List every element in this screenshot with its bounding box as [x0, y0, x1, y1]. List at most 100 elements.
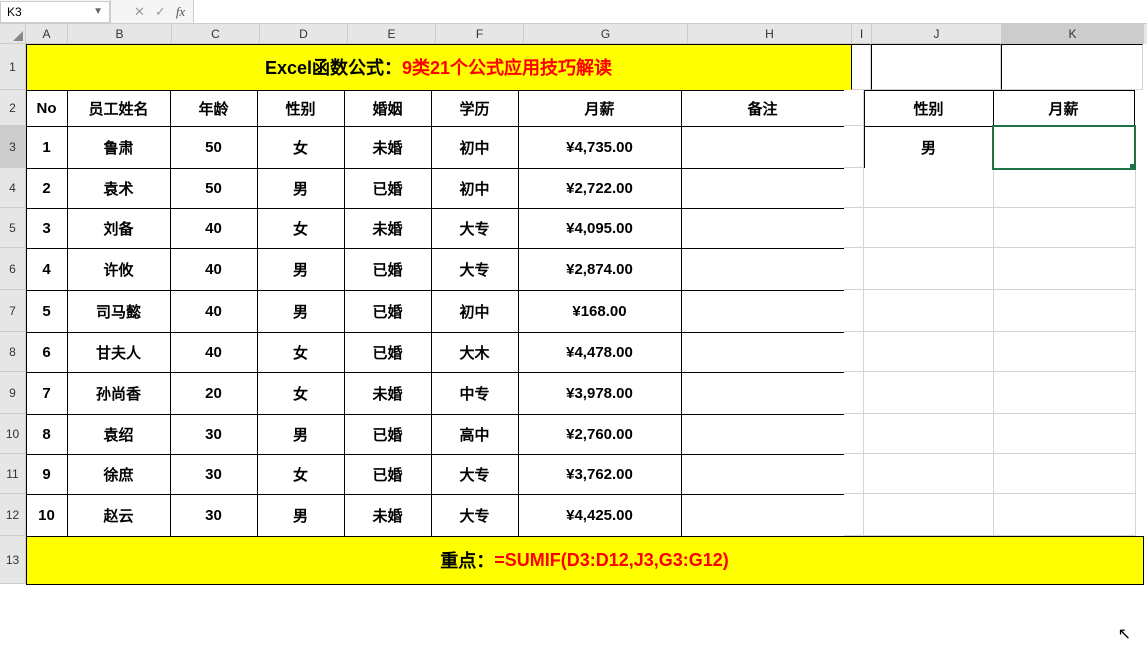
data-cell[interactable]: 徐庶: [67, 454, 171, 495]
header-edu[interactable]: 学历: [431, 90, 519, 127]
data-cell[interactable]: 20: [170, 372, 258, 415]
data-cell[interactable]: 5: [26, 290, 68, 333]
column-header-E[interactable]: E: [348, 24, 436, 44]
data-cell[interactable]: ¥4,478.00: [518, 332, 682, 373]
cell[interactable]: [851, 44, 871, 90]
header-remark[interactable]: 备注: [681, 90, 845, 127]
data-cell[interactable]: [681, 332, 845, 373]
column-header-K[interactable]: K: [1002, 24, 1144, 44]
data-cell[interactable]: 1: [26, 126, 68, 169]
row-header-5[interactable]: 5: [0, 208, 26, 248]
cell[interactable]: [994, 454, 1136, 494]
cancel-icon[interactable]: ✕: [134, 4, 145, 20]
column-header-G[interactable]: G: [524, 24, 688, 44]
data-cell[interactable]: 40: [170, 248, 258, 291]
cell[interactable]: [994, 290, 1136, 332]
data-cell[interactable]: ¥3,978.00: [518, 372, 682, 415]
data-cell[interactable]: 已婚: [344, 454, 432, 495]
row-header-7[interactable]: 7: [0, 290, 26, 332]
side-header-salary[interactable]: 月薪: [993, 90, 1135, 127]
data-cell[interactable]: 女: [257, 126, 345, 169]
data-cell[interactable]: [681, 126, 845, 169]
data-cell[interactable]: [681, 494, 845, 537]
cell[interactable]: [864, 414, 994, 454]
data-cell[interactable]: 赵云: [67, 494, 171, 537]
data-cell[interactable]: 司马懿: [67, 290, 171, 333]
data-cell[interactable]: 初中: [431, 126, 519, 169]
data-cell[interactable]: 男: [257, 290, 345, 333]
name-box[interactable]: K3 ▼: [0, 1, 110, 23]
row-header-8[interactable]: 8: [0, 332, 26, 372]
column-header-D[interactable]: D: [260, 24, 348, 44]
data-cell[interactable]: 未婚: [344, 208, 432, 249]
select-all-corner[interactable]: [0, 24, 26, 44]
cell[interactable]: [994, 248, 1136, 290]
data-cell[interactable]: 40: [170, 332, 258, 373]
data-cell[interactable]: 未婚: [344, 372, 432, 415]
data-cell[interactable]: 男: [257, 168, 345, 209]
column-header-F[interactable]: F: [436, 24, 524, 44]
header-gender[interactable]: 性别: [257, 90, 345, 127]
column-header-B[interactable]: B: [68, 24, 172, 44]
data-cell[interactable]: 初中: [431, 290, 519, 333]
cell[interactable]: [994, 208, 1136, 248]
data-cell[interactable]: 女: [257, 372, 345, 415]
row-header-3[interactable]: 3: [0, 126, 26, 168]
cell[interactable]: [864, 208, 994, 248]
data-cell[interactable]: ¥3,762.00: [518, 454, 682, 495]
column-header-J[interactable]: J: [872, 24, 1002, 44]
data-cell[interactable]: 初中: [431, 168, 519, 209]
row-header-9[interactable]: 9: [0, 372, 26, 414]
data-cell[interactable]: ¥2,874.00: [518, 248, 682, 291]
cell[interactable]: [844, 332, 864, 372]
header-no[interactable]: No: [26, 90, 68, 127]
cell[interactable]: [994, 332, 1136, 372]
data-cell[interactable]: 大专: [431, 454, 519, 495]
side-value-gender[interactable]: 男: [864, 126, 994, 169]
cell[interactable]: [864, 168, 994, 208]
cell[interactable]: [844, 494, 864, 536]
data-cell[interactable]: 已婚: [344, 290, 432, 333]
row-header-2[interactable]: 2: [0, 90, 26, 126]
data-cell[interactable]: 2: [26, 168, 68, 209]
title-cell[interactable]: Excel函数公式：9类21个公式应用技巧解读: [26, 44, 852, 91]
data-cell[interactable]: 8: [26, 414, 68, 455]
data-cell[interactable]: 40: [170, 290, 258, 333]
row-header-4[interactable]: 4: [0, 168, 26, 208]
data-cell[interactable]: ¥4,425.00: [518, 494, 682, 537]
data-cell[interactable]: 30: [170, 494, 258, 537]
data-cell[interactable]: 未婚: [344, 494, 432, 537]
cell[interactable]: [1001, 44, 1143, 90]
row-header-11[interactable]: 11: [0, 454, 26, 494]
data-cell[interactable]: ¥4,095.00: [518, 208, 682, 249]
data-cell[interactable]: 男: [257, 248, 345, 291]
header-age[interactable]: 年龄: [170, 90, 258, 127]
header-salary[interactable]: 月薪: [518, 90, 682, 127]
row-header-12[interactable]: 12: [0, 494, 26, 536]
data-cell[interactable]: 50: [170, 126, 258, 169]
data-cell[interactable]: ¥168.00: [518, 290, 682, 333]
cell[interactable]: [864, 494, 994, 536]
cell[interactable]: [844, 90, 864, 126]
cell[interactable]: [864, 290, 994, 332]
data-cell[interactable]: [681, 454, 845, 495]
data-cell[interactable]: 女: [257, 208, 345, 249]
cell[interactable]: [871, 44, 1001, 90]
data-cell[interactable]: 许攸: [67, 248, 171, 291]
data-cell[interactable]: [681, 414, 845, 455]
cell[interactable]: [844, 208, 864, 248]
data-cell[interactable]: 女: [257, 454, 345, 495]
data-cell[interactable]: 已婚: [344, 332, 432, 373]
data-cell[interactable]: 男: [257, 494, 345, 537]
cell[interactable]: [844, 372, 864, 414]
data-cell[interactable]: 刘备: [67, 208, 171, 249]
data-cell[interactable]: [681, 372, 845, 415]
formula-input[interactable]: [193, 0, 1147, 23]
data-cell[interactable]: 9: [26, 454, 68, 495]
header-name[interactable]: 员工姓名: [67, 90, 171, 127]
cell[interactable]: [844, 126, 864, 168]
cell[interactable]: [864, 454, 994, 494]
data-cell[interactable]: 50: [170, 168, 258, 209]
data-cell[interactable]: [681, 168, 845, 209]
cell[interactable]: [994, 372, 1136, 414]
